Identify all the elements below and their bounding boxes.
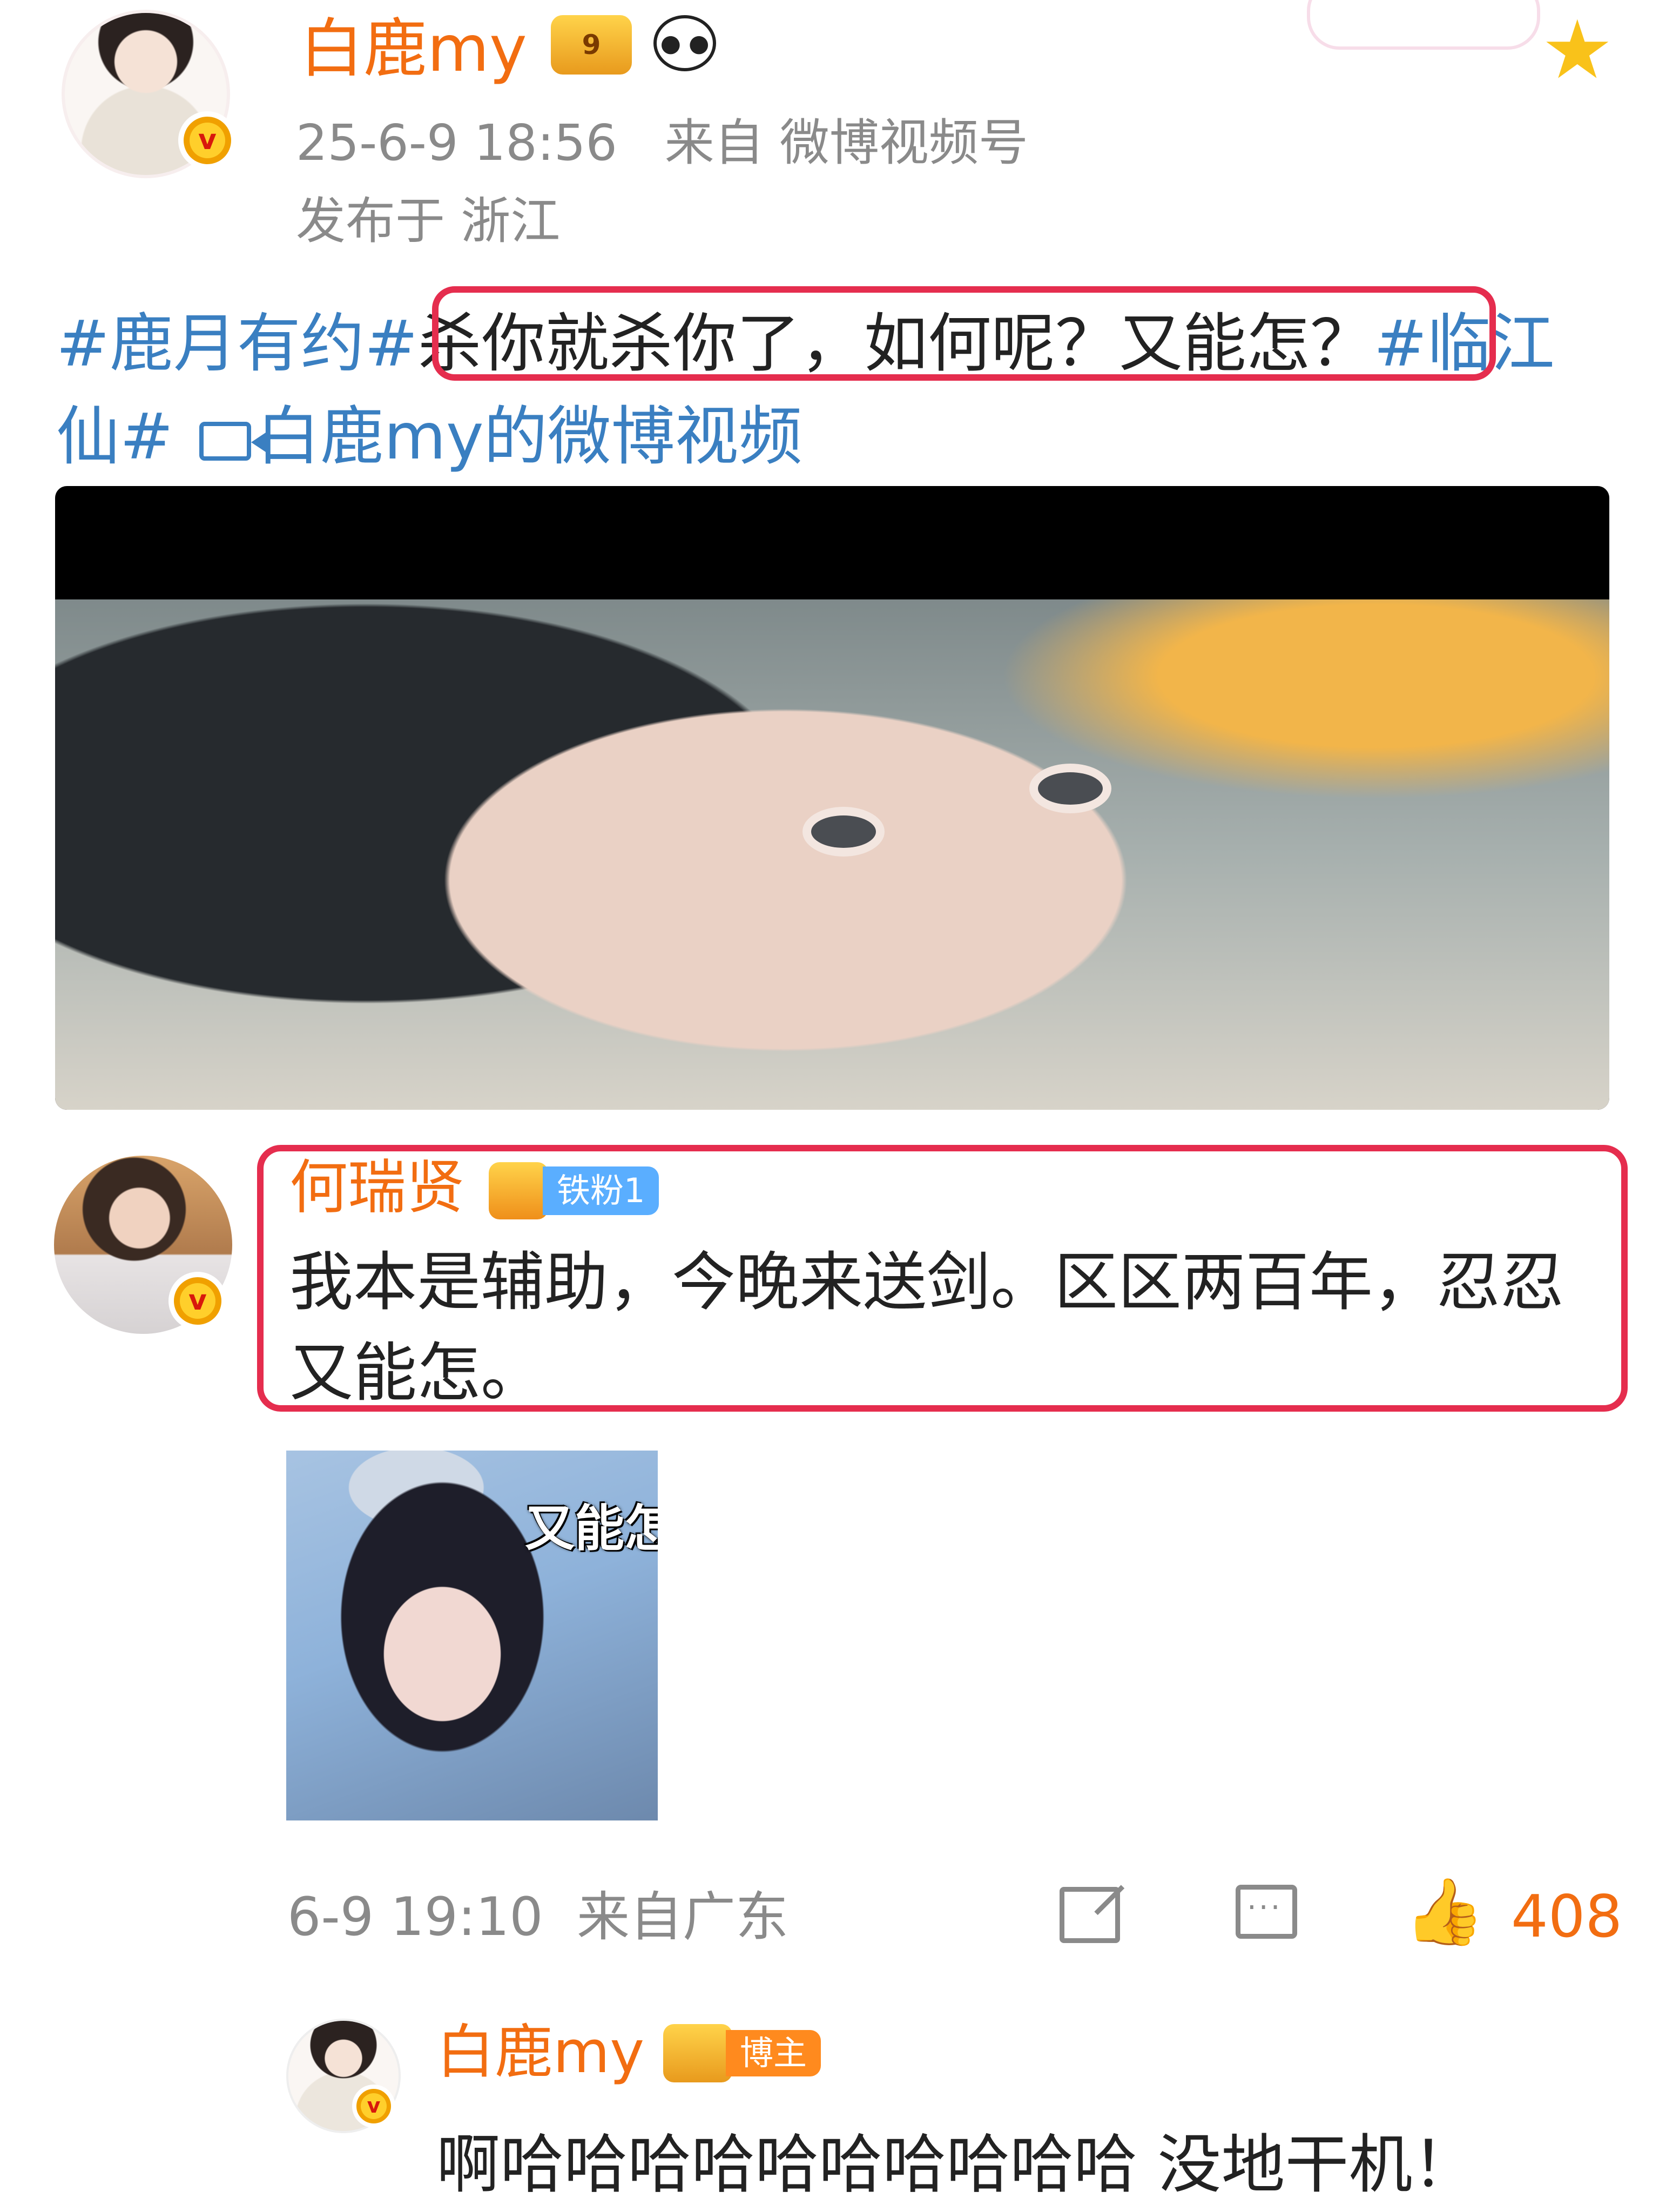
thumbs-up-icon[interactable]: 👍 [1404,1877,1485,1947]
reply-icon[interactable] [1236,1885,1297,1939]
video-still-eye [1038,772,1103,805]
vip-crown-icon[interactable]: 9 [551,15,632,75]
verified-badge-icon: v [352,2085,395,2128]
comment-sticker-image[interactable]: 又能怎 [286,1451,658,1820]
verified-badge-icon: v [168,1272,227,1330]
sticker-caption: 又能怎 [524,1500,658,1557]
favorite-star-icon[interactable]: ★ [1541,10,1614,91]
verified-badge-icon: v [178,111,237,170]
fan-badge[interactable]: 铁粉1 [489,1161,659,1220]
reply-author-name[interactable]: 白鹿my [436,2012,644,2093]
vip-level: 9 [582,29,601,60]
video-player[interactable] [55,486,1609,1110]
commenter-name[interactable]: 何瑞贤 [289,1145,464,1231]
comment-time-location: 6-9 19:10 来自广东 [287,1886,788,1948]
share-icon[interactable] [1060,1887,1120,1943]
topic-tag-luyue[interactable]: #鹿月有约# [56,306,418,381]
like-count[interactable]: 408 [1511,1879,1622,1955]
decorative-doodle [1307,0,1540,50]
reply-text: 啊哈哈哈哈哈哈哈哈哈哈 没地干机！ [436,2127,1476,2202]
comment-text: 我本是辅助，今晚来送剑。区区两百年，忍忍又能怎。 [289,1245,1564,1410]
host-badge: 博主 [663,2024,821,2082]
video-frame [55,599,1609,1110]
video-link[interactable]: 白鹿my的微博视频 [257,399,802,474]
fan-badge-label: 铁粉1 [543,1166,659,1215]
crown-icon [489,1162,548,1219]
video-camera-icon [199,421,267,461]
highlight-annotation-box [432,286,1496,381]
video-still-eye [811,815,876,848]
author-name[interactable]: 白鹿my [300,5,527,92]
host-badge-label: 博主 [726,2030,821,2076]
crown-icon [663,2024,732,2082]
post-time-source: 25-6-9 18:56 来自 微博视频号 [296,114,1028,172]
post-location: 发布于 浙江 [296,192,561,250]
panda-icon: ● ● [653,15,716,71]
